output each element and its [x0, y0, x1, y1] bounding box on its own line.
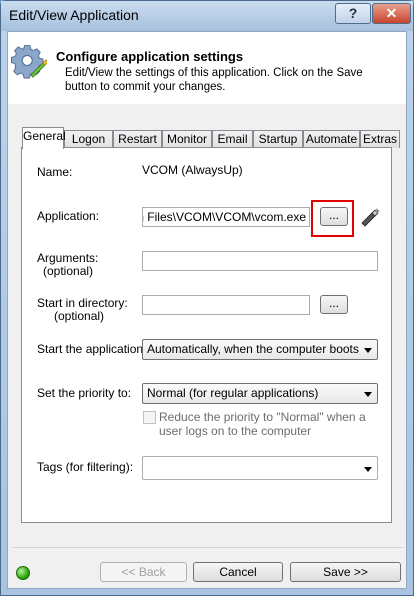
- chevron-down-icon: [364, 392, 372, 397]
- cancel-button[interactable]: Cancel: [193, 562, 283, 582]
- gear-settings-icon: [11, 45, 47, 79]
- tags-combobox[interactable]: [142, 456, 378, 480]
- start-directory-field[interactable]: [142, 295, 310, 315]
- start-application-select[interactable]: Automatically, when the computer boots: [142, 339, 378, 360]
- chevron-down-icon: [364, 348, 372, 353]
- back-button[interactable]: << Back: [100, 562, 187, 582]
- start-application-value: Automatically, when the computer boots: [147, 342, 359, 356]
- tab-monitor[interactable]: Monitor: [162, 130, 212, 148]
- arguments-field[interactable]: [142, 251, 378, 271]
- header-band: Configure application settings Edit/View…: [8, 32, 406, 104]
- chevron-down-icon: [364, 467, 372, 472]
- start-directory-optional-label: (optional): [54, 309, 105, 323]
- browse-button-highlight: [311, 200, 354, 237]
- tab-logon[interactable]: Logon: [64, 130, 113, 148]
- start-application-label: Start the application:: [37, 342, 147, 356]
- close-button[interactable]: ✕: [372, 3, 411, 24]
- name-value: VCOM (AlwaysUp): [142, 163, 243, 177]
- footer-divider: [13, 547, 403, 548]
- wand-icon[interactable]: [359, 206, 381, 228]
- priority-value: Normal (for regular applications): [147, 386, 319, 400]
- header-title: Configure application settings: [56, 49, 244, 64]
- header-description: Edit/View the settings of this applicati…: [65, 67, 363, 93]
- tags-label: Tags (for filtering):: [37, 460, 134, 474]
- dialog-client-area: Configure application settings Edit/View…: [7, 31, 407, 589]
- arguments-optional-label: (optional): [43, 264, 94, 278]
- tab-automate[interactable]: Automate: [303, 130, 360, 148]
- tab-extras[interactable]: Extras: [360, 130, 400, 148]
- tab-email[interactable]: Email: [212, 130, 253, 148]
- reduce-priority-label: Reduce the priority to "Normal" when a u…: [159, 410, 366, 438]
- application-field[interactable]: C:\Program Files\VCOM\VCOM\vcom.exe: [142, 207, 310, 227]
- window-title: Edit/View Application: [9, 7, 139, 23]
- tab-restart[interactable]: Restart: [113, 130, 162, 148]
- edit-view-application-window: Edit/View Application ? ✕ Configure appl…: [0, 0, 414, 596]
- tab-general[interactable]: General: [22, 127, 66, 149]
- start-directory-browse-button[interactable]: ...: [320, 295, 348, 314]
- application-label: Application:: [37, 209, 100, 223]
- application-path-text: C:\Program Files\VCOM\VCOM\vcom.exe: [143, 210, 306, 224]
- name-label: Name:: [37, 165, 73, 179]
- status-indicator-icon: [16, 566, 30, 580]
- title-bar[interactable]: Edit/View Application ? ✕: [1, 1, 413, 31]
- help-button[interactable]: ?: [335, 3, 371, 24]
- priority-select[interactable]: Normal (for regular applications): [142, 383, 378, 404]
- save-button[interactable]: Save >>: [290, 562, 401, 582]
- priority-label: Set the priority to:: [37, 386, 132, 400]
- reduce-priority-checkbox[interactable]: [143, 411, 156, 424]
- tab-startup[interactable]: Startup: [253, 130, 303, 148]
